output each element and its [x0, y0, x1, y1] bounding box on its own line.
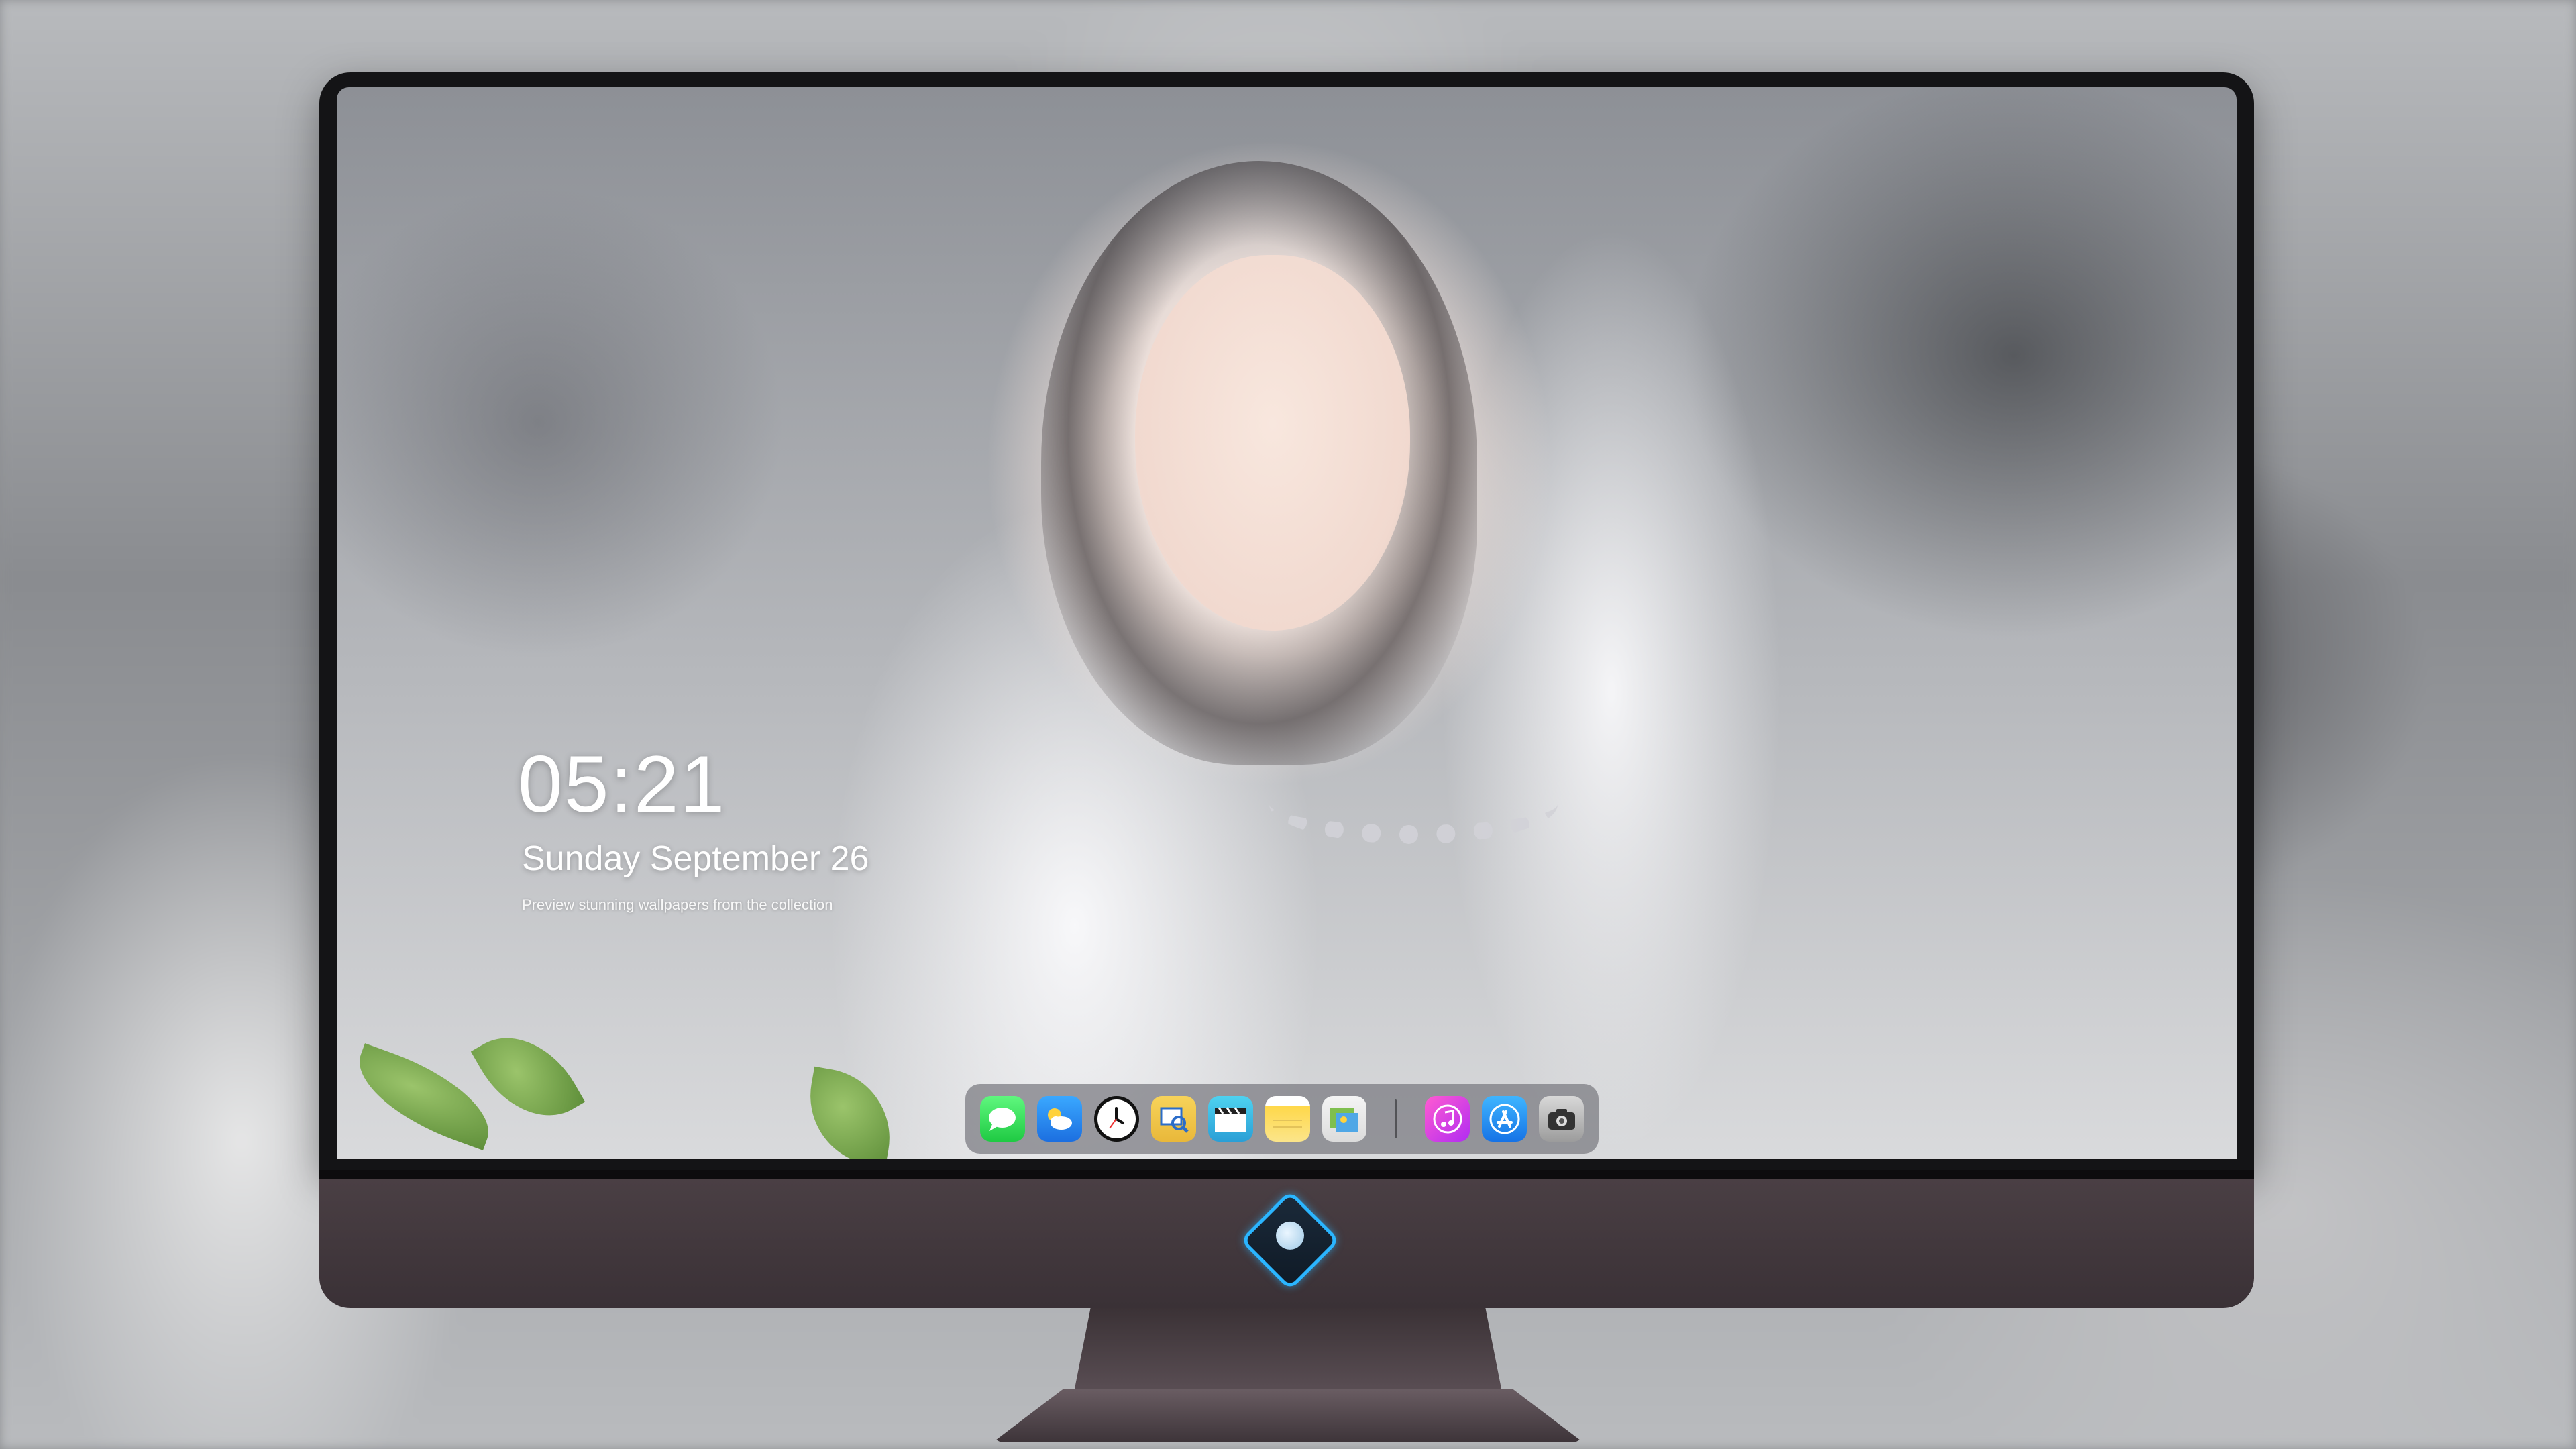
dock-separator — [1395, 1099, 1397, 1138]
wallpaper-leaf — [470, 1014, 586, 1139]
desktop-monitor: 05:21 Sunday September 26 Preview stunni… — [319, 72, 2254, 1308]
mascot-face-icon — [1276, 1221, 1304, 1250]
notes-icon[interactable] — [1265, 1096, 1310, 1142]
clips-icon[interactable] — [1208, 1096, 1253, 1142]
wallpaper-subject-face — [1135, 255, 1410, 631]
photo-stack-glyph — [1330, 1108, 1358, 1132]
camera-icon[interactable] — [1539, 1096, 1585, 1142]
cloud-sun-glyph — [1048, 1108, 1073, 1130]
music-note-glyph — [1433, 1104, 1462, 1134]
monitor-bezel: 05:21 Sunday September 26 Preview stunni… — [319, 72, 2254, 1170]
clock-face-glyph — [1109, 1107, 1125, 1129]
clapperboard-glyph — [1215, 1107, 1246, 1132]
photos-icon[interactable] — [1322, 1096, 1367, 1142]
monitor-stand-neck — [1073, 1308, 1503, 1395]
lock-screen-time: 05:21 — [518, 739, 727, 829]
app-store-icon[interactable] — [1482, 1096, 1527, 1142]
weather-icon[interactable] — [1036, 1096, 1082, 1142]
wallpaper-leaf — [799, 1066, 901, 1159]
music-icon[interactable] — [1425, 1096, 1470, 1142]
lock-screen-wallpaper: 05:21 Sunday September 26 Preview stunni… — [337, 87, 2237, 1159]
dock — [965, 1084, 1599, 1154]
preview-icon[interactable] — [1150, 1096, 1196, 1142]
notepad-lines-glyph — [1273, 1120, 1303, 1128]
wallpaper-necklace — [1269, 765, 1558, 844]
clock-icon[interactable] — [1093, 1096, 1139, 1142]
app-store-a-glyph — [1489, 1104, 1520, 1134]
messages-icon[interactable] — [980, 1096, 1025, 1142]
monitor-stand-foot — [993, 1389, 1583, 1442]
lock-screen-caption: Preview stunning wallpapers from the col… — [522, 896, 833, 913]
photo-loupe-glyph — [1160, 1107, 1189, 1133]
lock-screen-date: Sunday September 26 — [522, 839, 869, 878]
speech-bubble-glyph — [989, 1108, 1016, 1131]
camera-body-glyph — [1548, 1109, 1575, 1130]
